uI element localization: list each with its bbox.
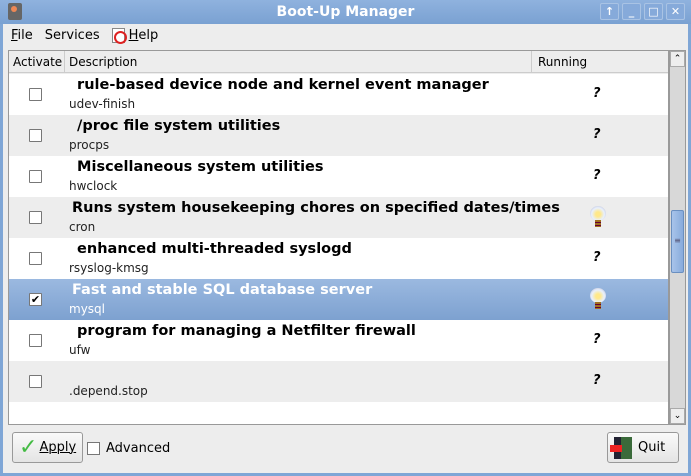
unknown-status-icon: ? xyxy=(593,168,601,183)
activate-checkbox[interactable] xyxy=(29,375,42,388)
vertical-scrollbar[interactable]: ⌃ ≡ ⌄ xyxy=(669,50,686,425)
services-list[interactable]: Activate Description Running anacron rul… xyxy=(8,50,669,425)
activate-checkbox[interactable]: ✔ xyxy=(29,293,42,306)
service-row[interactable]: /proc file system utilities procps? xyxy=(9,115,668,156)
activate-checkbox[interactable] xyxy=(29,252,42,265)
maximize-button[interactable]: □ xyxy=(644,3,663,20)
advanced-checkbox[interactable]: Advanced xyxy=(87,441,170,456)
service-name: ufw xyxy=(69,343,91,357)
unknown-status-icon: ? xyxy=(593,250,601,265)
scroll-up-button[interactable]: ⌃ xyxy=(670,51,685,67)
window-title: Boot-Up Manager xyxy=(276,4,415,20)
column-activate[interactable]: Activate xyxy=(9,51,65,72)
service-name: .depend.stop xyxy=(69,384,148,398)
service-row[interactable]: ✔ Fast and stable SQL database server mysq… xyxy=(9,279,668,320)
menu-help-label: Help xyxy=(128,27,159,43)
service-description: Fast and stable SQL database server xyxy=(72,282,373,298)
service-name: mysql xyxy=(69,302,105,316)
activate-checkbox[interactable] xyxy=(29,88,42,101)
service-row[interactable]: program for managing a Netfilter firewal… xyxy=(9,320,668,361)
menu-services[interactable]: Services xyxy=(45,28,100,43)
service-name: udev-finish xyxy=(69,97,136,111)
lightbulb-icon xyxy=(590,288,606,310)
help-lifebuoy-icon xyxy=(111,27,127,44)
menu-file[interactable]: File xyxy=(11,28,33,43)
activate-checkbox[interactable] xyxy=(29,334,42,347)
checkmark-icon: ✓ xyxy=(19,434,38,460)
apply-button[interactable]: ✓ Apply xyxy=(12,432,84,463)
service-name: cron xyxy=(69,220,96,234)
close-button[interactable]: ✕ xyxy=(666,3,685,20)
activate-checkbox[interactable] xyxy=(29,211,42,224)
shade-button[interactable]: ↑ xyxy=(600,3,619,20)
quit-button[interactable]: Quit xyxy=(607,432,679,463)
service-description: Miscellaneous system utilities xyxy=(72,159,324,175)
service-description: enhanced multi-threaded syslogd xyxy=(72,241,352,257)
service-row[interactable]: Runs system housekeeping chores on speci… xyxy=(9,197,668,238)
service-row[interactable]: Miscellaneous system utilities hwclock? xyxy=(9,156,668,197)
service-row[interactable]: .depend.stop? xyxy=(9,361,668,402)
unknown-status-icon: ? xyxy=(593,127,601,142)
service-name: hwclock xyxy=(69,179,118,193)
scroll-down-button[interactable]: ⌄ xyxy=(670,408,685,424)
service-description: Runs system housekeeping chores on speci… xyxy=(72,200,560,216)
quit-label: Quit xyxy=(638,440,666,455)
service-description: rule-based device node and kernel event … xyxy=(72,77,489,93)
service-description: program for managing a Netfilter firewal… xyxy=(72,323,416,339)
unknown-status-icon: ? xyxy=(593,332,601,347)
title-bar: Boot-Up Manager ↑ _ □ ✕ xyxy=(0,0,691,24)
exit-door-icon xyxy=(610,436,632,459)
menu-bar: File Services Help xyxy=(3,24,688,46)
advanced-checkbox-box[interactable] xyxy=(87,442,100,455)
service-description: /proc file system utilities xyxy=(72,118,281,134)
service-name: procps xyxy=(69,138,110,152)
menu-help[interactable]: Help xyxy=(111,27,159,44)
list-header: Activate Description Running xyxy=(9,51,668,73)
activate-checkbox[interactable] xyxy=(29,170,42,183)
minimize-button[interactable]: _ xyxy=(622,3,641,20)
unknown-status-icon: ? xyxy=(593,86,601,101)
unknown-status-icon: ? xyxy=(593,373,601,388)
activate-checkbox[interactable] xyxy=(29,129,42,142)
service-row[interactable]: enhanced multi-threaded syslogd rsyslog-k… xyxy=(9,238,668,279)
lightbulb-icon xyxy=(590,206,606,228)
service-name: rsyslog-kmsg xyxy=(69,261,149,275)
main-window: File Services Help Activate Description … xyxy=(3,24,688,473)
column-running[interactable]: Running xyxy=(532,51,668,72)
advanced-label: Advanced xyxy=(106,441,171,456)
service-row[interactable]: rule-based device node and kernel event … xyxy=(9,74,668,115)
column-description[interactable]: Description xyxy=(65,51,532,72)
app-icon xyxy=(8,3,22,20)
scrollbar-thumb[interactable]: ≡ xyxy=(671,210,684,273)
apply-label: Apply xyxy=(39,440,77,455)
